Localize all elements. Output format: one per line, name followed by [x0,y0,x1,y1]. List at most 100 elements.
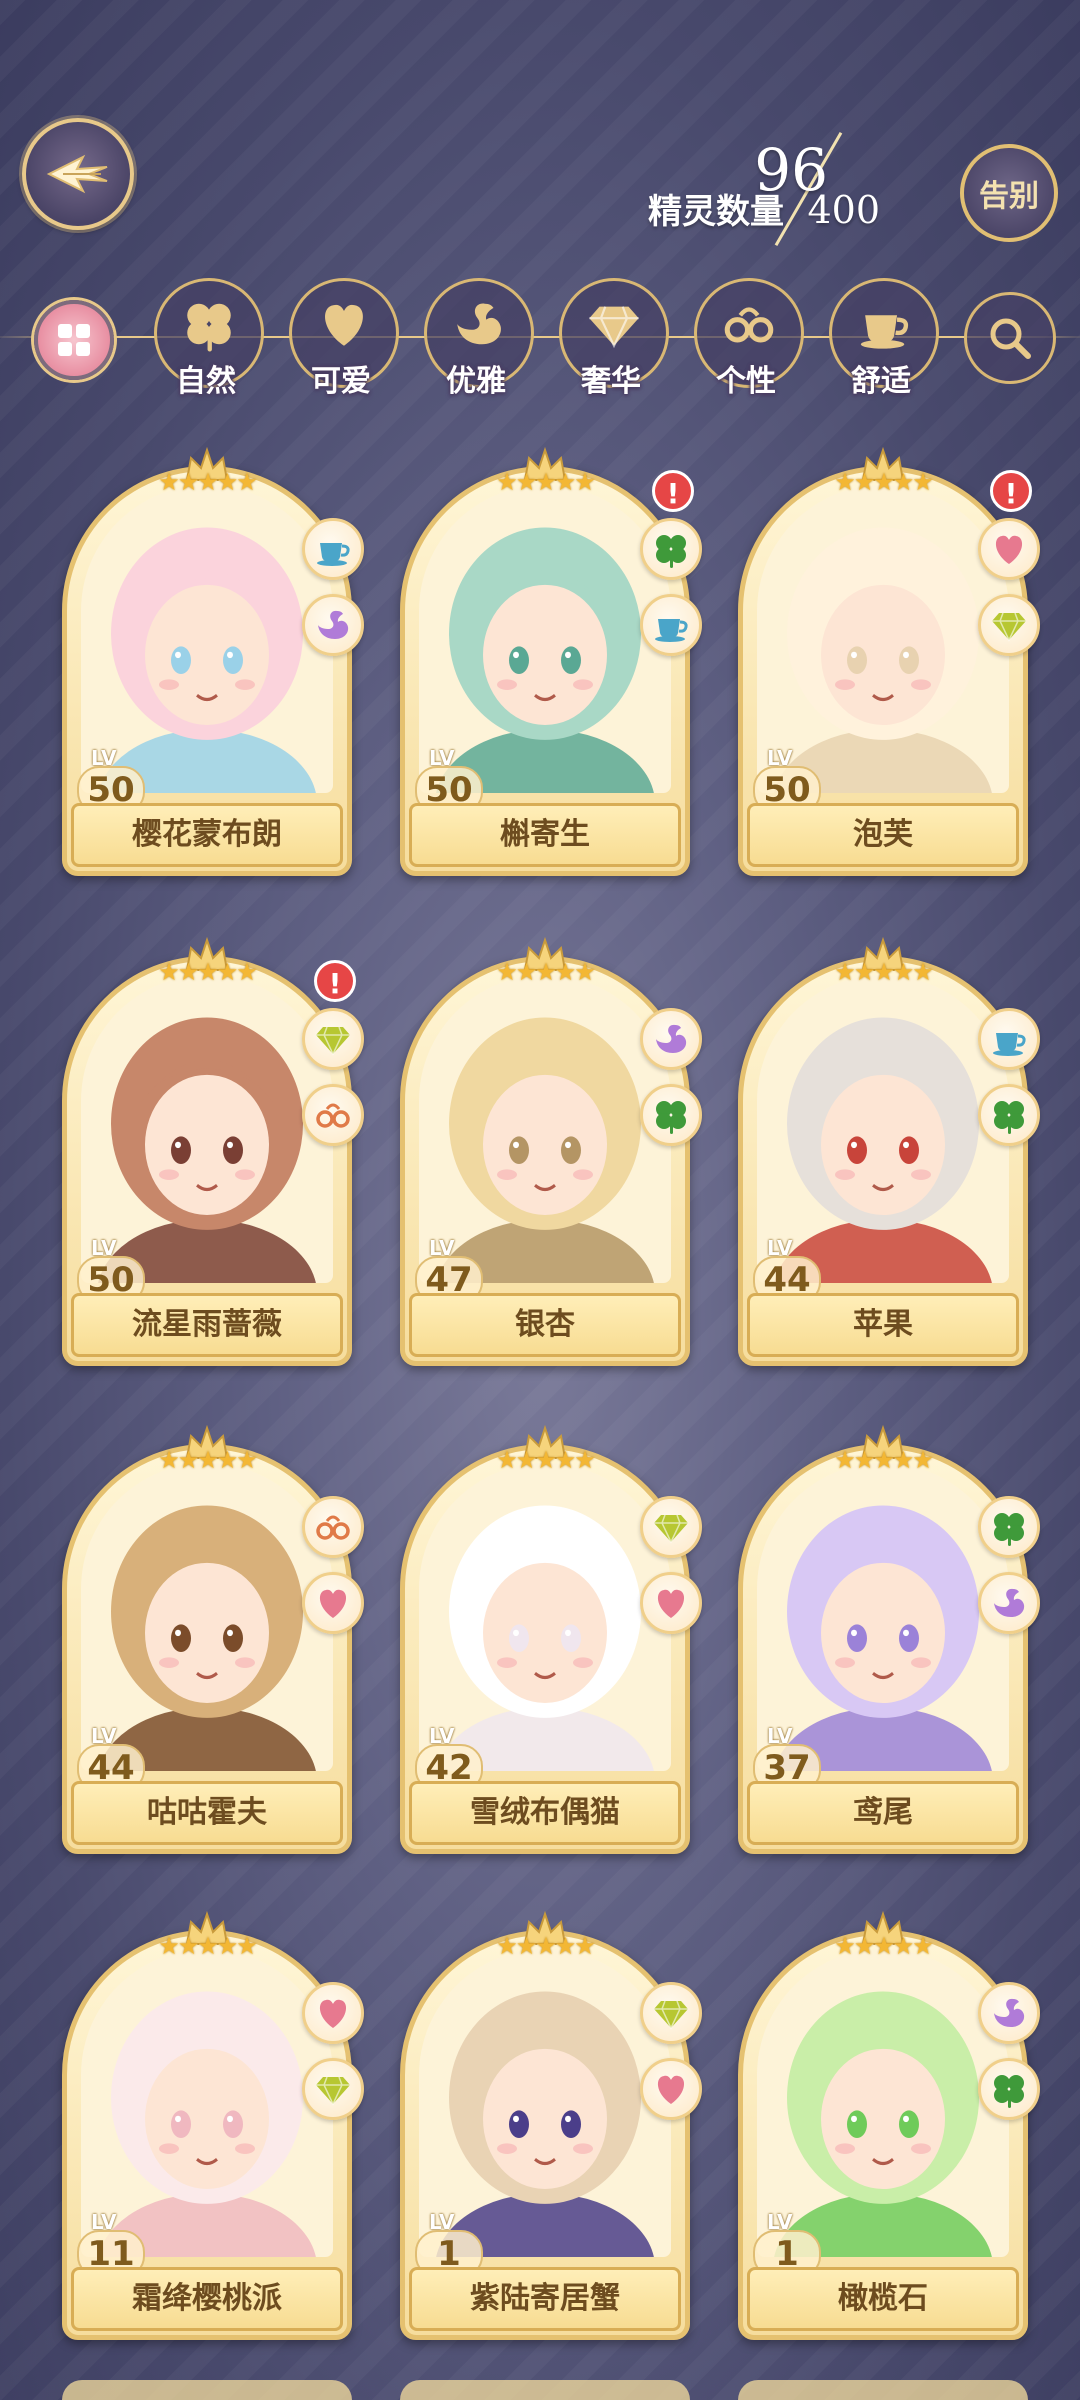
alert-badge: ! [314,960,356,1002]
back-button[interactable] [22,118,134,230]
diamond-icon [585,295,643,353]
heart-icon [989,529,1029,569]
trait-tag [302,1496,364,1558]
spirit-name: 槲寄生 [409,803,681,867]
spirit-card[interactable]: LV 50 泡芙 ★★★★★! [738,446,1040,876]
search-icon [990,318,1031,359]
spirit-card[interactable]: LV 44 咕咕霍夫 ★★★★★ [62,1424,364,1854]
star-rating: ★★★★★ [496,1932,596,1960]
clover-icon [989,2069,1029,2109]
trait-tag [302,1008,364,1070]
trait-tag [302,594,364,656]
filter-label: 自然 [176,364,236,399]
filter-label: 优雅 [446,364,506,399]
card-frame: LV 42 雪绒布偶猫 [400,1444,690,1854]
trait-tag [640,1084,702,1146]
spirit-card[interactable]: LV 47 银杏 ★★★★★ [400,936,702,1366]
back-arrow-icon [46,154,108,194]
card-frame: LV 37 鸢尾 [738,1444,1028,1854]
spirit-name: 鸢尾 [747,1781,1019,1845]
spirit-card[interactable]: LV 1 紫陆寄居蟹 ★★★★★ [400,1910,702,2340]
swan-icon [313,605,353,645]
spirit-card[interactable]: LV 42 雪绒布偶猫 ★★★★★ [400,1424,702,1854]
alert-badge: ! [990,470,1032,512]
spirit-card[interactable]: LV 50 樱花蒙布朗 ★★★★★ [62,446,364,876]
star-rating: ★★★★★ [834,1446,934,1474]
trait-tag [640,2058,702,2120]
trait-tag [640,1982,702,2044]
diamond-icon [989,605,1029,645]
diamond-icon [313,2069,353,2109]
filter-glasses[interactable]: 个性 [690,278,804,408]
spirit-card[interactable]: LV 50 槲寄生 ★★★★★! [400,446,702,876]
trait-tag [302,1982,364,2044]
trait-tag [302,518,364,580]
trait-tag [302,2058,364,2120]
filter-label: 可爱 [311,364,371,399]
clover-icon [989,1507,1029,1547]
gift-icon [58,324,90,356]
trait-tag [978,1982,1040,2044]
heart-icon [651,1583,691,1623]
filter-teacup[interactable]: 舒适 [825,278,939,408]
swan-icon [450,295,508,353]
filter-label: 舒适 [851,364,911,399]
card-frame: LV 50 樱花蒙布朗 [62,466,352,876]
filter-swan[interactable]: 优雅 [420,278,534,408]
trait-tag [978,1496,1040,1558]
card-frame: LV 50 流星雨蔷薇 [62,956,352,1366]
card-frame: LV 44 咕咕霍夫 [62,1444,352,1854]
search-button[interactable] [964,292,1056,384]
star-rating: ★★★★★ [158,1932,258,1960]
glasses-icon [313,1507,353,1547]
trait-tag [302,1572,364,1634]
filter-heart[interactable]: 可爱 [285,278,399,408]
trait-tag [640,1008,702,1070]
diamond-icon [313,1019,353,1059]
spirit-max: 400 [807,188,880,232]
teacup-icon [651,605,691,645]
filter-diamond[interactable]: 奢华 [555,278,669,408]
next-row-card-peek [62,2380,352,2400]
farewell-button[interactable]: 告别 [960,144,1058,242]
clover-icon [989,1095,1029,1135]
trait-tag [640,518,702,580]
filter-clover[interactable]: 自然 [150,278,264,408]
glasses-icon [720,295,778,353]
spirit-card[interactable]: LV 1 橄榄石 ★★★★★ [738,1910,1040,2340]
spirit-card[interactable]: LV 11 霜绛樱桃派 ★★★★★ [62,1910,364,2340]
trait-tag [978,594,1040,656]
card-frame: LV 50 泡芙 [738,466,1028,876]
diamond-icon [651,1993,691,2033]
spirit-name: 流星雨蔷薇 [71,1293,343,1357]
star-rating: ★★★★★ [158,1446,258,1474]
trait-tag [978,1572,1040,1634]
filter-all-button[interactable] [34,300,114,380]
next-row-card-peek [400,2380,690,2400]
next-row-card-peek [738,2380,1028,2400]
trait-tag [302,1084,364,1146]
trait-tag [640,594,702,656]
spirit-card[interactable]: LV 50 流星雨蔷薇 ★★★★★! [62,936,364,1366]
trait-tag [640,1572,702,1634]
teacup-icon [989,1019,1029,1059]
spirit-name: 紫陆寄居蟹 [409,2267,681,2331]
star-rating: ★★★★★ [496,468,596,496]
spirit-name: 银杏 [409,1293,681,1357]
filter-label: 奢华 [581,364,641,399]
spirit-card[interactable]: LV 44 苹果 ★★★★★ [738,936,1040,1366]
star-rating: ★★★★★ [496,958,596,986]
spirit-count-label: 精灵数量 [648,192,784,232]
star-rating: ★★★★★ [834,958,934,986]
trait-tag [978,1084,1040,1146]
teacup-icon [313,529,353,569]
spirit-card[interactable]: LV 37 鸢尾 ★★★★★ [738,1424,1040,1854]
card-frame: LV 47 银杏 [400,956,690,1366]
card-frame: LV 1 橄榄石 [738,1930,1028,2340]
swan-icon [651,1019,691,1059]
trait-tag [978,518,1040,580]
swan-icon [989,1583,1029,1623]
heart-icon [313,1583,353,1623]
glasses-icon [313,1095,353,1135]
clover-icon [651,1095,691,1135]
